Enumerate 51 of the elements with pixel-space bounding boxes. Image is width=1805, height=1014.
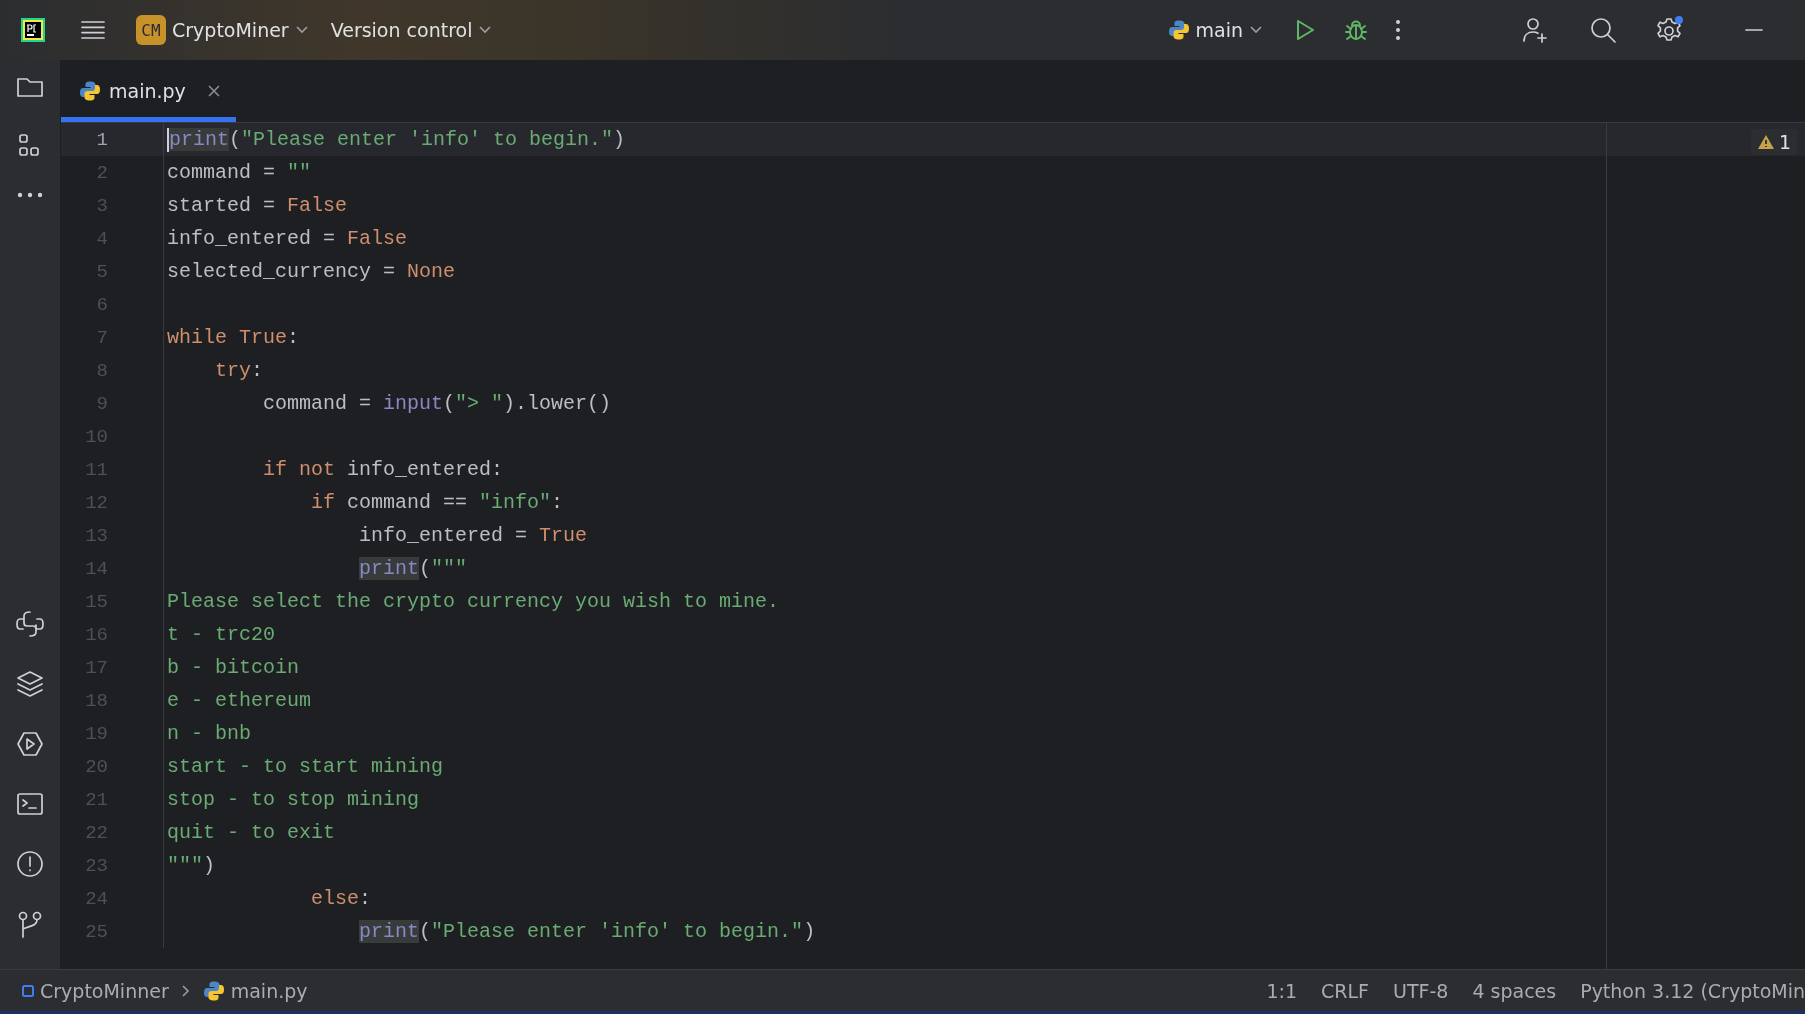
status-item[interactable]: 1:1 [1254, 979, 1310, 1002]
code-line: quit - to exit [167, 821, 336, 844]
module-icon [22, 984, 34, 997]
code-line: Please select the crypto currency you wish to mine. [167, 590, 780, 613]
status-item[interactable]: 4 spaces [1460, 979, 1569, 1002]
code-line: b - bitcoin [167, 656, 300, 679]
code-line: else: [310, 887, 372, 910]
code-line: print("Please enter 'info' to begin.") [167, 127, 626, 152]
problems-icon[interactable] [15, 849, 45, 879]
chevron-down-icon [1249, 25, 1263, 35]
breadcrumb[interactable]: CryptoMinner [18, 979, 173, 1002]
code-line: e - ethereum [167, 689, 312, 712]
code-line: if not info_entered: [262, 458, 504, 481]
code-line: command = "" [167, 161, 312, 184]
code-line: """) [167, 854, 216, 877]
chevron-right-icon [180, 983, 191, 998]
status-item[interactable]: CRLF [1309, 979, 1381, 1002]
chevron-down-icon [478, 25, 493, 35]
code-line: start - to start mining [167, 755, 444, 778]
code-line: while True: [167, 326, 300, 349]
code-line: started = False [167, 194, 348, 217]
code-line: stop - to stop mining [167, 788, 420, 811]
code-line: t - trc20 [167, 623, 276, 646]
code-line: print("Please enter 'info' to begin.") [358, 920, 816, 943]
project-selector[interactable]: CM CryptoMiner [128, 9, 317, 51]
more-tools-icon[interactable] [17, 192, 43, 198]
warning-icon [1756, 134, 1775, 150]
chevron-down-icon [294, 25, 309, 35]
status-item[interactable]: Python 3.12 (CryptoMin [1568, 979, 1805, 1002]
code-line: selected_currency = None [167, 260, 456, 283]
code-line: try: [214, 359, 264, 382]
code-line: command = input("> ").lower() [262, 392, 612, 415]
run-configuration-selector[interactable]: main [1159, 13, 1271, 47]
status-item[interactable]: UTF-8 [1381, 979, 1461, 1002]
layers-icon[interactable] [15, 669, 45, 699]
python-file-icon [202, 979, 225, 1002]
python-icon [1167, 19, 1190, 41]
code-line: info_entered = True [358, 524, 588, 547]
python-console-icon[interactable] [15, 609, 45, 639]
run-services-icon[interactable] [15, 729, 45, 759]
warning-indicator[interactable]: 1 [1750, 129, 1797, 155]
project-badge: CM [136, 15, 166, 45]
line-number: 1 [95, 128, 109, 151]
breadcrumb[interactable]: main.py [198, 979, 312, 1002]
code-line: if command == "info": [310, 491, 564, 514]
version-control-menu[interactable]: Version control [322, 13, 501, 47]
close-icon[interactable] [207, 85, 220, 97]
python-file-icon [79, 80, 101, 102]
code-line: info_entered = False [167, 227, 408, 250]
code-line: print(""" [358, 557, 468, 580]
code-line: n - bnb [167, 722, 251, 745]
